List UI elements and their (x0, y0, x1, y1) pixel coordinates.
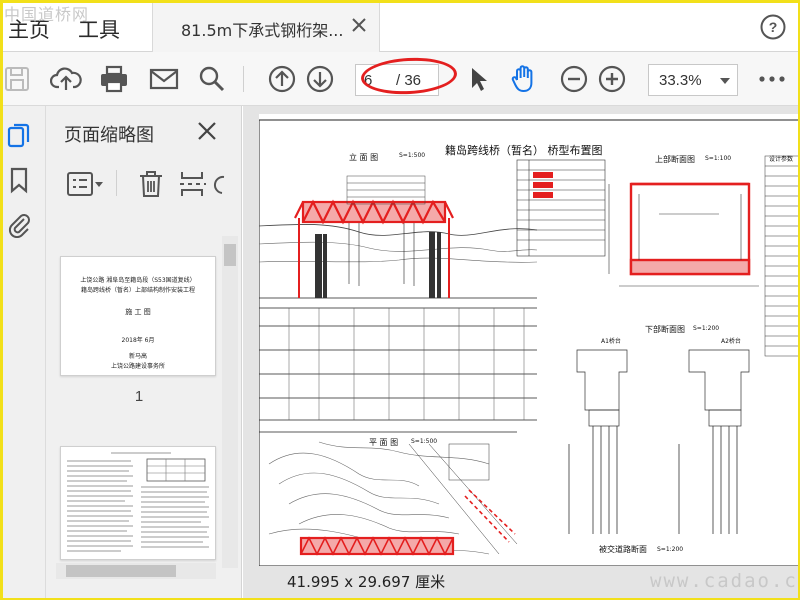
help-icon[interactable]: ? (760, 14, 786, 40)
bookmark-icon[interactable] (6, 166, 32, 194)
chevron-down-icon (720, 78, 730, 84)
watermark-bottom: www.cadao.com (650, 570, 800, 592)
zoom-in-icon[interactable] (596, 63, 628, 95)
intersection-section-scale: S=1:200 (657, 546, 684, 553)
thumbnail-separator (116, 170, 117, 196)
previous-page-icon[interactable] (266, 63, 298, 95)
lower-section-label: 下部断面图 (645, 325, 685, 334)
select-cursor-icon[interactable] (462, 63, 494, 95)
bridge-drawing (259, 119, 800, 566)
save-icon[interactable] (2, 63, 34, 95)
design-params-label: 设计参数 (769, 156, 794, 163)
next-page-icon[interactable] (304, 63, 336, 95)
scrollbar-thumb[interactable] (224, 244, 236, 266)
upper-section-label: 上部断面图 (655, 155, 695, 164)
toolbar-separator (243, 66, 244, 92)
intersection-section-label: 被交道路断面 (599, 545, 647, 554)
zoom-select[interactable]: 33.3% (648, 64, 738, 96)
close-icon[interactable] (350, 16, 368, 34)
zoom-value: 33.3% (659, 72, 702, 89)
extract-pages-icon[interactable] (178, 168, 206, 200)
drawing-page[interactable]: 籍岛跨线桥（暂名） 桥型布置图 立 面 图 S=1:500 上部断面图 S=1:… (259, 114, 800, 566)
elevation-scale: S=1:500 (399, 152, 426, 159)
plan-label: 平 面 图 (369, 438, 399, 447)
attachment-icon[interactable] (6, 210, 32, 238)
plan-scale: S=1:500 (411, 438, 438, 445)
watermark-top: 中国道桥网 (4, 5, 90, 24)
elevation-label: 立 面 图 (349, 153, 379, 162)
navigation-rail (0, 106, 46, 600)
page-number-box[interactable]: 6 / 36 (355, 64, 439, 96)
thumbnail-page-number: 1 (134, 388, 144, 405)
menu-bar: 中国道桥网 主页 工具 81.5m下承式钢桁架... ? (0, 0, 800, 52)
thumbnail-page-1[interactable]: 上饶公路 湘阜岛至籍岛段（S53国道复线） 籍岛跨线桥（暂名）上部结构制作安装工… (60, 256, 216, 376)
thumbnails-title: 页面缩略图 (64, 125, 154, 146)
rotate-icon[interactable] (212, 168, 226, 200)
thumbnail-line-1: 上饶公路 湘阜岛至籍岛段（S53国道复线） (80, 277, 196, 284)
thumbnails-vertical-scrollbar[interactable] (222, 236, 238, 568)
scrollbar-thumb[interactable] (66, 565, 176, 577)
page-total: / 36 (396, 72, 422, 89)
drawing-title: 籍岛跨线桥（暂名） 桥型布置图 (445, 144, 603, 157)
thumbnails-horizontal-scrollbar[interactable] (56, 563, 216, 579)
print-icon[interactable] (98, 63, 130, 95)
abutment-a1-label: A1桥台 (601, 338, 621, 345)
thumbnail-org-1: 新马高 (128, 353, 147, 360)
search-icon[interactable] (196, 63, 228, 95)
thumbnail-heading: 施 工 图 (125, 308, 151, 316)
thumbnails-panel: 页面缩略图 上饶公路 湘阜岛至籍岛段（S53国道复线） 籍岛跨线桥（暂名）上部结… (46, 106, 242, 600)
trash-icon[interactable] (136, 168, 166, 200)
document-tab[interactable]: 81.5m下承式钢桁架... (152, 0, 380, 52)
thumbnail-date: 2018年 6月 (121, 337, 155, 344)
hand-tool-icon[interactable] (508, 63, 540, 95)
close-icon[interactable] (196, 120, 218, 142)
thumbnail-org-2: 上饶公路建设事务所 (110, 363, 165, 370)
mail-icon[interactable] (148, 63, 180, 95)
page-thumbnails-icon[interactable] (6, 122, 32, 150)
upper-section-scale: S=1:100 (705, 155, 732, 162)
toolbar: 6 / 36 33.3% (0, 52, 800, 106)
document-tab-title: 81.5m下承式钢桁架... (181, 21, 344, 40)
thumbnail-line-2: 籍岛跨线桥（暂名）上部结构制作安装工程 (80, 287, 195, 294)
svg-text:?: ? (769, 19, 778, 35)
page-options-icon[interactable] (66, 168, 104, 200)
abutment-a2-label: A2桥台 (721, 338, 741, 345)
cloud-upload-icon[interactable] (50, 63, 82, 95)
more-options-icon[interactable] (756, 63, 788, 95)
thumbnail-page-2-content (67, 452, 209, 552)
page-current-input[interactable]: 6 (364, 72, 372, 89)
page-size-readout: 41.995 x 29.697 厘米 (287, 573, 446, 591)
thumbnail-page-2[interactable] (60, 446, 216, 560)
zoom-out-icon[interactable] (558, 63, 590, 95)
lower-section-scale: S=1:200 (693, 325, 720, 332)
